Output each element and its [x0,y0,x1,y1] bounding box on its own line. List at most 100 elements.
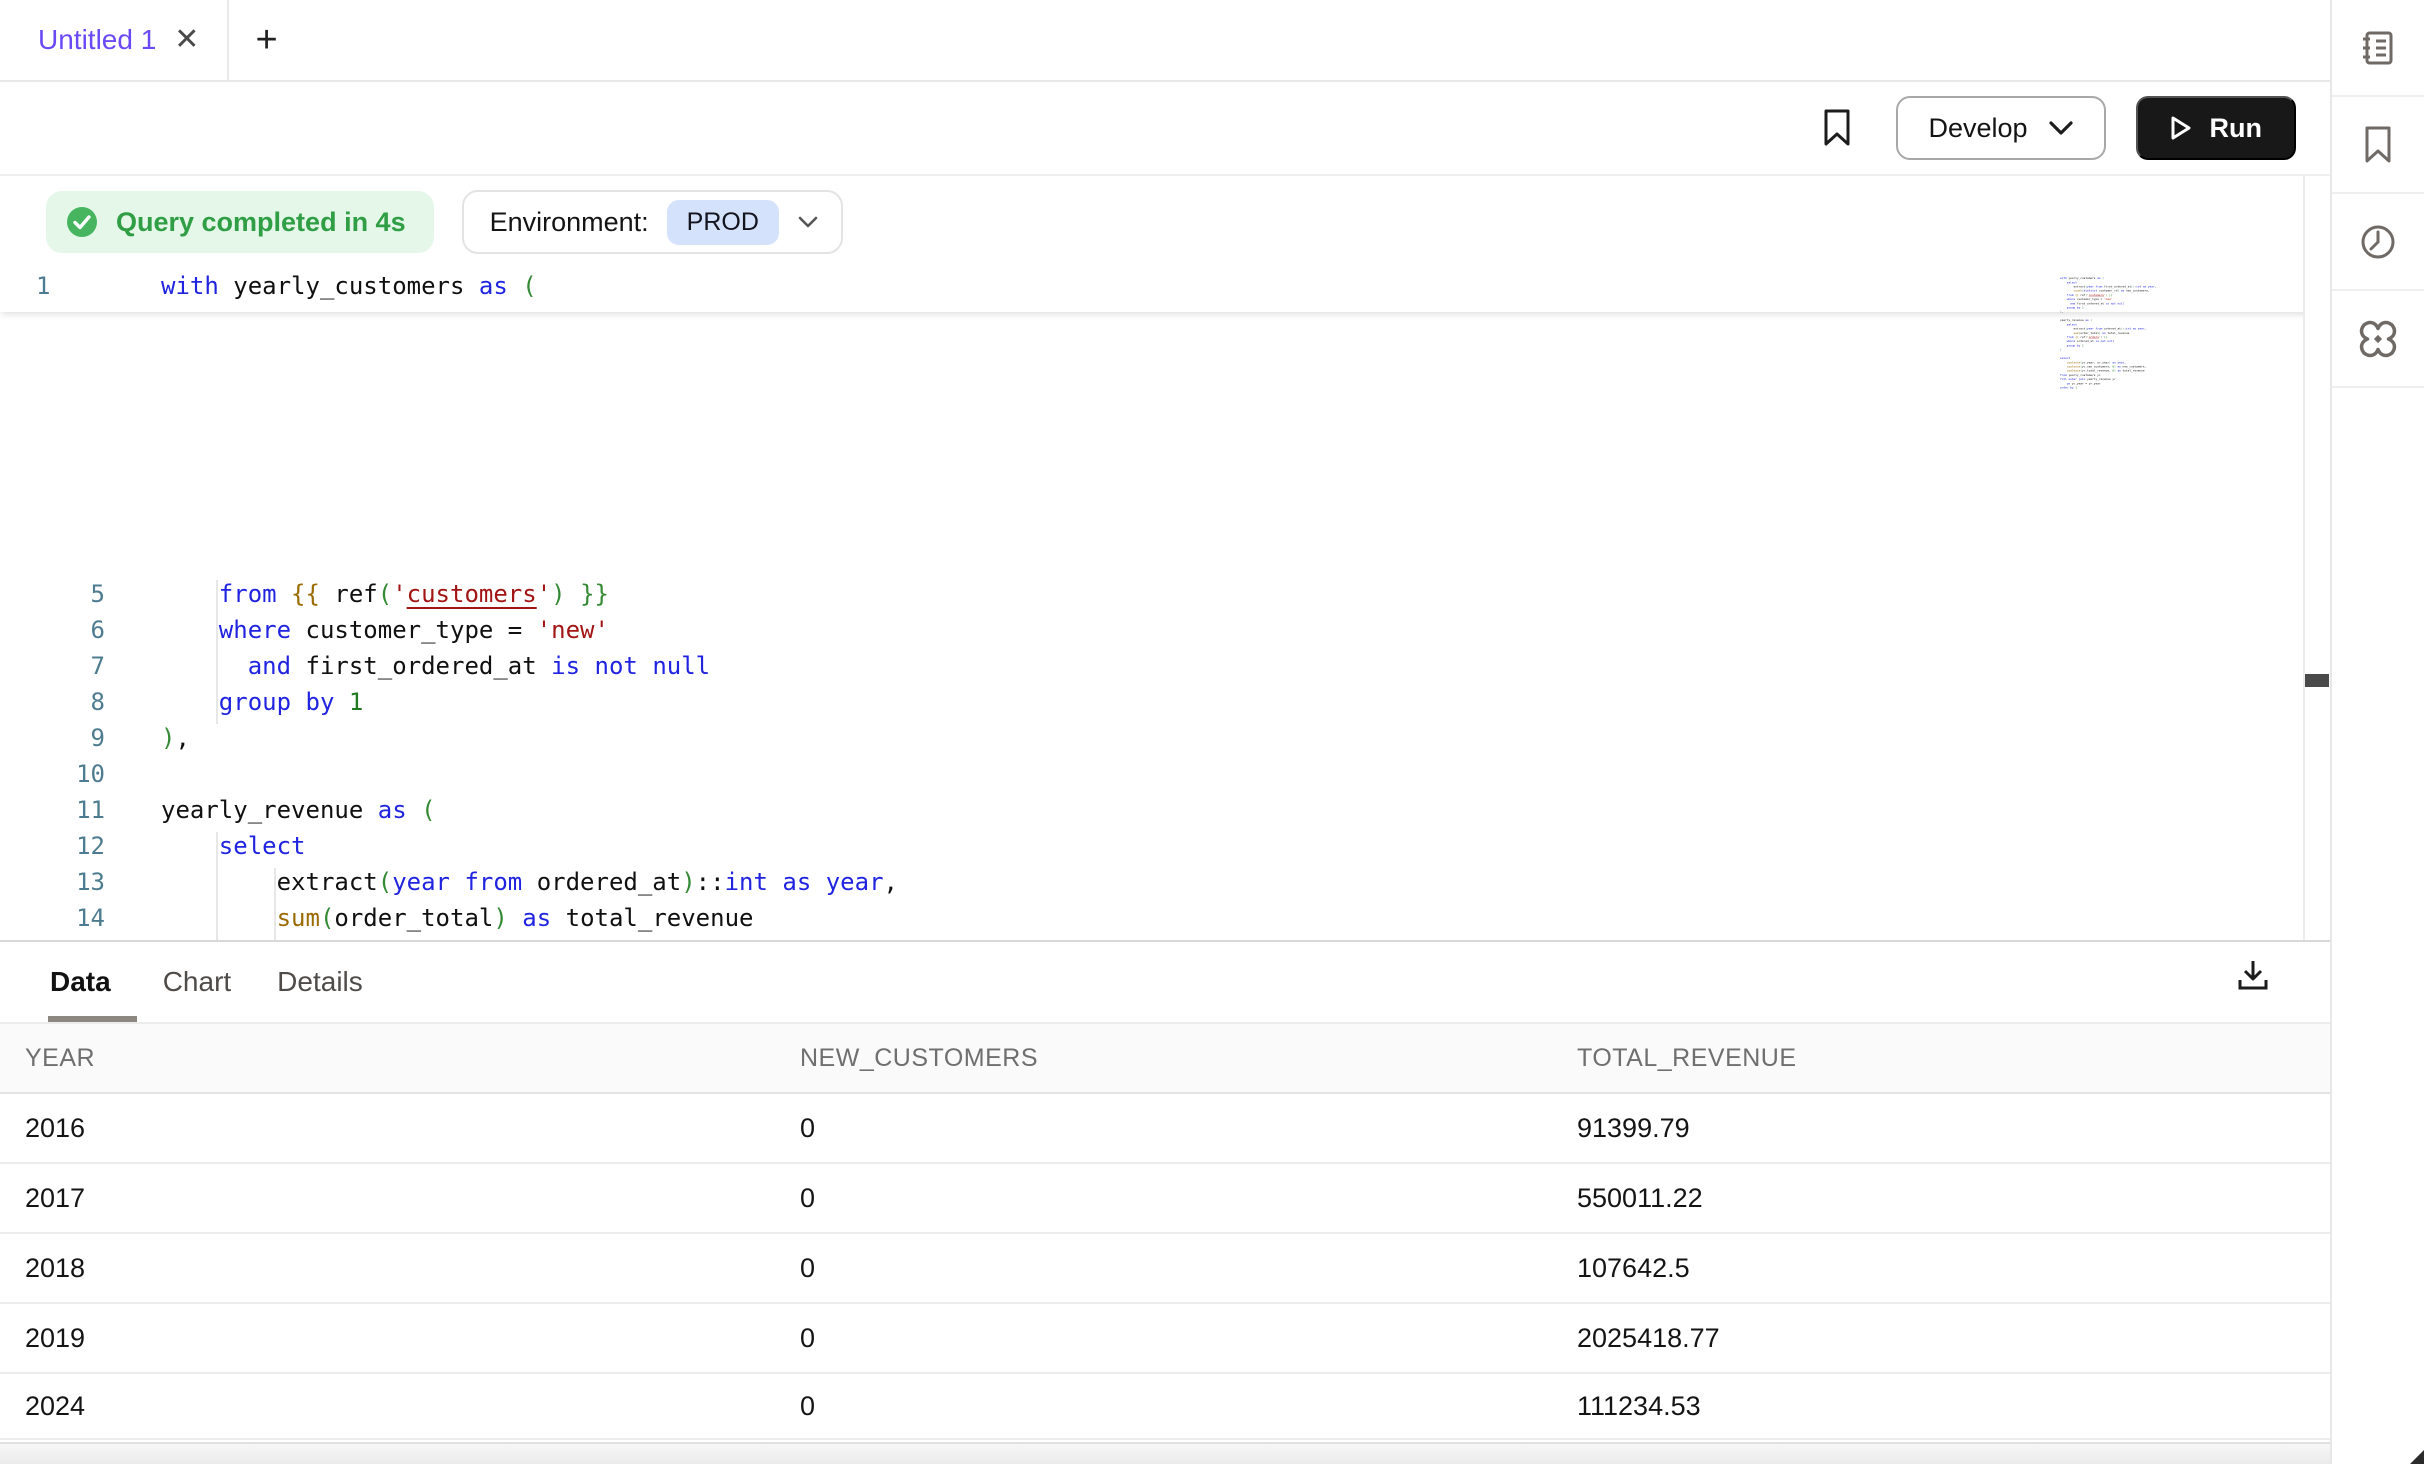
column-header: NEW_CUSTOMERS [775,1044,1552,1073]
code-rows[interactable]: 5 from {{ ref('customers') }}6 where cus… [0,580,2330,940]
table-cell: 107642.5 [1552,1253,2330,1284]
code-line[interactable]: 5 from {{ ref('customers') }} [0,580,2330,616]
sql-editor[interactable]: 1 with yearly_customers as ( 5 from {{ r… [0,268,2330,940]
new-tab-button[interactable]: + [229,21,303,59]
table-cell: 111234.53 [1552,1391,2330,1422]
code-text: and first_ordered_at is not null [161,652,710,688]
table-cell: 0 [775,1391,1552,1422]
line-number: 12 [0,832,105,868]
app-window: Untitled 1 ✕ + Develop Run [0,0,2424,1464]
table-cell: 550011.22 [1552,1183,2330,1214]
check-circle-icon [64,204,100,240]
table-row: 20170550011.22 [0,1164,2330,1234]
line-number: 13 [0,868,105,904]
line-number: 11 [0,796,105,832]
close-icon[interactable]: ✕ [174,25,199,55]
code-line[interactable]: 8 group by 1 [0,688,2330,724]
sidebar-item-dbt[interactable] [2332,291,2424,388]
history-clock-icon [2358,222,2398,262]
bookmark-button[interactable] [1820,108,1854,148]
environment-badge: PROD [667,200,779,245]
code-line[interactable]: 10 [0,760,2330,796]
line-number: 14 [0,904,105,940]
minimap-code: with yearly_customers as ( select extrac… [2060,276,2200,390]
editor-scrollbar-thumb[interactable] [2305,674,2329,687]
status-row: Query completed in 4s Environment: PROD [0,176,2330,268]
develop-dropdown[interactable]: Develop [1896,96,2105,160]
code-text: from {{ ref('customers') }} [161,580,609,616]
right-sidebar [2330,0,2424,1464]
tab-details[interactable]: Details [277,942,363,1022]
table-cell: 0 [775,1183,1552,1214]
sidebar-item-history[interactable] [2332,194,2424,291]
sticky-scroll-line[interactable]: 1 with yearly_customers as ( [0,268,2330,312]
sticky-code: with yearly_customers as ( [161,272,537,300]
table-cell: 0 [775,1323,1552,1354]
notebook-icon [2358,28,2398,68]
bookmark-icon [2361,125,2395,165]
results-horizontal-scrollbar[interactable] [0,1442,2330,1464]
line-number: 1 [36,272,50,300]
tab-untitled-1[interactable]: Untitled 1 ✕ [0,0,227,80]
code-text: sum(order_total) as total_revenue [161,904,753,940]
results-table: YEARNEW_CUSTOMERSTOTAL_REVENUE 201609139… [0,1024,2330,1440]
column-header: YEAR [0,1044,775,1073]
table-cell: 2025418.77 [1552,1323,2330,1354]
results-tabs: Data Chart Details [0,942,2330,1024]
toolbar: Develop Run [0,82,2330,176]
table-cell: 2017 [0,1183,775,1214]
table-row: 20240111234.53 [0,1374,2330,1440]
code-line[interactable]: 13 extract(year from ordered_at)::int as… [0,868,2330,904]
download-button[interactable] [2234,956,2272,994]
line-number: 5 [0,580,105,616]
code-text: extract(year from ordered_at)::int as ye… [161,868,898,904]
tab-chart[interactable]: Chart [163,942,231,1022]
code-text: where customer_type = 'new' [161,616,609,652]
line-number: 7 [0,652,105,688]
sidebar-item-notebook[interactable] [2332,0,2424,97]
code-line[interactable]: 14 sum(order_total) as total_revenue [0,904,2330,940]
table-body: 2016091399.7920170550011.2220180107642.5… [0,1094,2330,1440]
code-line[interactable]: 11 yearly_revenue as ( [0,796,2330,832]
code-line[interactable]: 7 and first_ordered_at is not null [0,652,2330,688]
query-status-text: Query completed in 4s [116,207,406,238]
environment-label: Environment: [490,207,649,238]
run-label: Run [2210,113,2262,144]
develop-label: Develop [1928,113,2027,144]
resize-grip[interactable] [2410,1450,2424,1464]
table-cell: 2016 [0,1113,775,1144]
code-line[interactable]: 12 select [0,832,2330,868]
tab-title: Untitled 1 [38,24,156,56]
code-text: ), [161,724,190,760]
code-text: yearly_revenue as ( [161,796,436,832]
table-cell: 0 [775,1253,1552,1284]
chevron-down-icon [2048,120,2074,136]
results-panel: Data Chart Details YEARNEW_CUSTOMERSTOTAL_… [0,940,2330,1464]
code-text: select [161,832,306,868]
table-cell: 2018 [0,1253,775,1284]
chevron-down-icon [797,215,819,229]
table-cell: 91399.79 [1552,1113,2330,1144]
table-cell: 2024 [0,1391,775,1422]
table-cell: 2019 [0,1323,775,1354]
minimap[interactable]: with yearly_customers as ( select extrac… [2060,276,2200,696]
table-cell: 0 [775,1113,1552,1144]
query-status-pill: Query completed in 4s [46,191,434,253]
code-line[interactable]: 6 where customer_type = 'new' [0,616,2330,652]
tab-data[interactable]: Data [50,942,111,1022]
sidebar-item-bookmarks[interactable] [2332,97,2424,194]
code-line[interactable]: 9), [0,724,2330,760]
run-button[interactable]: Run [2136,96,2296,160]
table-header-row: YEARNEW_CUSTOMERSTOTAL_REVENUE [0,1024,2330,1094]
dbt-logo-icon [2357,318,2399,360]
download-icon [2234,956,2272,994]
editor-scrollbar-track[interactable] [2303,176,2330,940]
bookmark-icon [1820,108,1854,148]
column-header: TOTAL_REVENUE [1552,1044,2330,1073]
line-number: 6 [0,616,105,652]
line-number: 9 [0,724,105,760]
environment-selector[interactable]: Environment: PROD [462,190,843,254]
line-number: 8 [0,688,105,724]
code-text: group by 1 [161,688,363,724]
play-icon [2170,115,2192,141]
